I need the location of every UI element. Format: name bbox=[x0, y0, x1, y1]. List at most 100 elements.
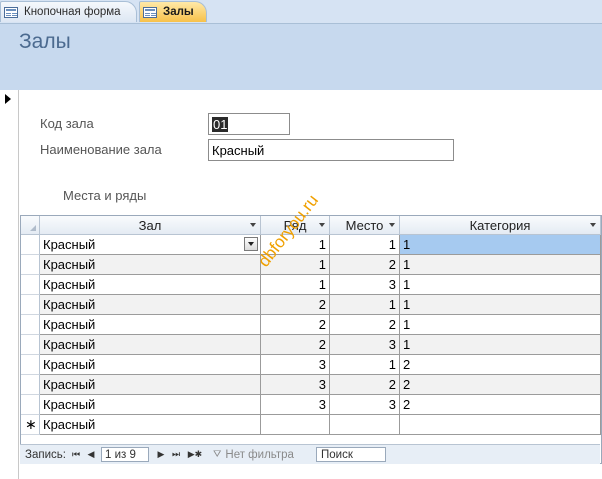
cell-category[interactable]: 1 bbox=[400, 235, 601, 255]
cell-value: Красный bbox=[43, 377, 96, 392]
previous-record-button[interactable]: ◀ bbox=[85, 445, 97, 464]
row-selector[interactable] bbox=[21, 375, 40, 395]
cell-hall[interactable]: Красный bbox=[40, 275, 261, 295]
new-record-row[interactable]: ∗ Красный bbox=[21, 415, 601, 435]
column-header-label: Зал bbox=[138, 217, 162, 233]
cell-row[interactable]: 1 bbox=[261, 275, 330, 295]
cell-category[interactable] bbox=[400, 415, 601, 435]
cell-seat[interactable]: 3 bbox=[330, 275, 400, 295]
cell-seat[interactable]: 1 bbox=[330, 355, 400, 375]
cell-row[interactable]: 3 bbox=[261, 395, 330, 415]
table-row[interactable]: Красный 3 3 2 bbox=[21, 395, 601, 415]
select-all-corner[interactable] bbox=[21, 216, 40, 235]
cell-value: 2 bbox=[403, 377, 411, 392]
table-row[interactable]: Красный 1 3 1 bbox=[21, 275, 601, 295]
sort-dropdown-icon[interactable] bbox=[590, 223, 596, 227]
row-selector[interactable] bbox=[21, 315, 40, 335]
cell-seat[interactable]: 3 bbox=[330, 335, 400, 355]
row-selector[interactable] bbox=[21, 295, 40, 315]
cell-category[interactable]: 2 bbox=[400, 375, 601, 395]
cell-seat[interactable]: 2 bbox=[330, 255, 400, 275]
code-field[interactable]: 01 bbox=[208, 113, 290, 135]
cell-row[interactable]: 1 bbox=[261, 255, 330, 275]
cell-value: Красный bbox=[43, 237, 96, 252]
cell-value: 2 bbox=[403, 357, 411, 372]
cell-hall[interactable]: Красный bbox=[40, 295, 261, 315]
cell-category[interactable]: 1 bbox=[400, 295, 601, 315]
cell-seat[interactable]: 2 bbox=[330, 375, 400, 395]
cell-seat[interactable]: 3 bbox=[330, 395, 400, 415]
cell-hall[interactable]: Красный bbox=[40, 355, 261, 375]
cell-hall[interactable]: Красный bbox=[40, 235, 261, 255]
cell-seat[interactable]: 1 bbox=[330, 295, 400, 315]
cell-row[interactable] bbox=[261, 415, 330, 435]
cell-hall[interactable]: Красный bbox=[40, 375, 261, 395]
next-record-button[interactable]: ▶ bbox=[155, 445, 167, 464]
cell-value: 3 bbox=[388, 337, 396, 352]
sort-dropdown-icon[interactable] bbox=[250, 223, 256, 227]
cell-row[interactable]: 3 bbox=[261, 375, 330, 395]
cell-hall[interactable]: Красный bbox=[40, 335, 261, 355]
row-selector[interactable] bbox=[21, 355, 40, 375]
search-input[interactable]: Поиск bbox=[316, 447, 386, 462]
row-selector[interactable] bbox=[21, 275, 40, 295]
current-record-arrow-icon bbox=[5, 94, 11, 104]
filter-status-button[interactable]: ⛛ Нет фильтра bbox=[213, 445, 294, 464]
cell-category[interactable]: 2 bbox=[400, 355, 601, 375]
cell-hall[interactable]: Красный bbox=[40, 395, 261, 415]
tab-label: Залы bbox=[163, 6, 194, 18]
column-header-hall[interactable]: Зал bbox=[40, 216, 261, 235]
cell-category[interactable]: 1 bbox=[400, 335, 601, 355]
cell-row[interactable]: 2 bbox=[261, 295, 330, 315]
cell-row[interactable]: 3 bbox=[261, 355, 330, 375]
table-row[interactable]: Красный 2 1 1 bbox=[21, 295, 601, 315]
column-header-seat[interactable]: Место bbox=[330, 216, 400, 235]
table-row[interactable]: Красный 3 1 2 bbox=[21, 355, 601, 375]
cell-value: 2 bbox=[318, 297, 326, 312]
cell-value: 2 bbox=[388, 377, 396, 392]
table-row[interactable]: Красный 2 2 1 bbox=[21, 315, 601, 335]
current-record-field[interactable]: 1 из 9 bbox=[101, 447, 149, 462]
cell-hall[interactable]: Красный bbox=[40, 315, 261, 335]
record-navigation-bar: Запись: ⏮ ◀ 1 из 9 ▶ ⏭ ▶✱ ⛛ Нет фильтра … bbox=[20, 444, 600, 464]
cell-seat[interactable]: 2 bbox=[330, 315, 400, 335]
tab-button-form[interactable]: Кнопочная форма bbox=[0, 1, 137, 22]
record-selector[interactable] bbox=[0, 90, 19, 479]
cell-row[interactable]: 2 bbox=[261, 335, 330, 355]
cell-seat[interactable] bbox=[330, 415, 400, 435]
last-record-button[interactable]: ⏭ bbox=[170, 445, 182, 464]
cell-category[interactable]: 1 bbox=[400, 275, 601, 295]
combo-dropdown-button[interactable] bbox=[244, 237, 258, 251]
cell-row[interactable]: 2 bbox=[261, 315, 330, 335]
sort-dropdown-icon[interactable] bbox=[319, 223, 325, 227]
cell-seat[interactable]: 1 bbox=[330, 235, 400, 255]
cell-value: 3 bbox=[318, 357, 326, 372]
cell-row[interactable]: 1 bbox=[261, 235, 330, 255]
table-row[interactable]: Красный 1 2 1 bbox=[21, 255, 601, 275]
cell-value: Красный bbox=[43, 397, 96, 412]
sort-dropdown-icon[interactable] bbox=[389, 223, 395, 227]
tab-halls[interactable]: Залы bbox=[139, 1, 207, 22]
row-selector[interactable] bbox=[21, 335, 40, 355]
cell-category[interactable]: 1 bbox=[400, 315, 601, 335]
name-field[interactable]: Красный bbox=[208, 139, 454, 161]
cell-value: Красный bbox=[43, 257, 96, 272]
cell-hall[interactable]: Красный bbox=[40, 415, 261, 435]
new-record-button[interactable]: ▶✱ bbox=[185, 445, 205, 464]
cell-value: 1 bbox=[318, 277, 326, 292]
cell-category[interactable]: 1 bbox=[400, 255, 601, 275]
row-selector[interactable] bbox=[21, 235, 40, 255]
cell-category[interactable]: 2 bbox=[400, 395, 601, 415]
cell-value: 1 bbox=[318, 257, 326, 272]
first-record-button[interactable]: ⏮ bbox=[70, 445, 82, 464]
row-selector[interactable] bbox=[21, 395, 40, 415]
row-selector[interactable]: ∗ bbox=[21, 415, 40, 435]
column-header-row[interactable]: Ряд bbox=[261, 216, 330, 235]
column-header-label: Место bbox=[345, 217, 384, 233]
table-row[interactable]: Красный 1 1 1 bbox=[21, 235, 601, 255]
table-row[interactable]: Красный 2 3 1 bbox=[21, 335, 601, 355]
cell-hall[interactable]: Красный bbox=[40, 255, 261, 275]
table-row[interactable]: Красный 3 2 2 bbox=[21, 375, 601, 395]
column-header-category[interactable]: Категория bbox=[400, 216, 601, 235]
row-selector[interactable] bbox=[21, 255, 40, 275]
